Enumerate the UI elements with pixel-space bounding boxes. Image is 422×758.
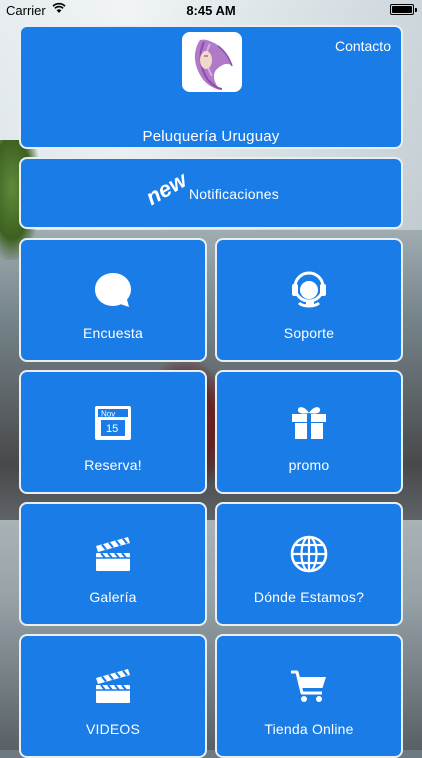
notificaciones-label: Notificaciones — [189, 186, 279, 202]
speech-bubble-icon — [93, 270, 133, 315]
clock-time: 8:45 AM — [186, 3, 236, 18]
gift-icon — [289, 402, 329, 447]
promo-button[interactable]: promo — [215, 370, 403, 494]
notificaciones-button[interactable]: new Notificaciones — [19, 157, 403, 229]
globe-icon — [289, 534, 329, 579]
galeria-button[interactable]: Galería — [19, 502, 207, 626]
calendar-month: Nov — [101, 410, 115, 419]
battery-icon — [390, 4, 417, 15]
woman-hair-logo-icon — [182, 32, 242, 92]
galeria-label: Galería — [89, 589, 137, 605]
clapperboard-icon — [93, 534, 133, 579]
tienda-online-button[interactable]: Tienda Online — [215, 634, 403, 758]
clapperboard-icon — [93, 666, 133, 711]
reserva-label: Reserva! — [84, 457, 142, 473]
soporte-label: Soporte — [283, 325, 335, 341]
promo-label: promo — [288, 457, 330, 473]
salon-logo — [182, 32, 242, 92]
calendar-icon: Nov 15 — [93, 402, 133, 447]
encuesta-label: Encuesta — [83, 325, 143, 341]
contacto-link[interactable]: Contacto — [335, 38, 391, 54]
status-bar: Carrier 8:45 AM — [0, 0, 422, 20]
headset-icon — [289, 270, 329, 315]
donde-estamos-label: Dónde Estamos? — [253, 589, 365, 605]
videos-button[interactable]: VIDEOS — [19, 634, 207, 758]
donde-estamos-button[interactable]: Dónde Estamos? — [215, 502, 403, 626]
header-card[interactable]: Contacto Peluquería Uruguay — [19, 25, 403, 149]
encuesta-button[interactable]: Encuesta — [19, 238, 207, 362]
salon-title: Peluquería Uruguay — [142, 128, 280, 145]
videos-label: VIDEOS — [85, 721, 141, 737]
cart-icon — [289, 666, 329, 711]
reserva-button[interactable]: Nov 15 Reserva! — [19, 370, 207, 494]
soporte-button[interactable]: Soporte — [215, 238, 403, 362]
calendar-day: 15 — [106, 423, 118, 435]
new-badge: new — [141, 167, 191, 211]
tienda-online-label: Tienda Online — [264, 721, 354, 737]
